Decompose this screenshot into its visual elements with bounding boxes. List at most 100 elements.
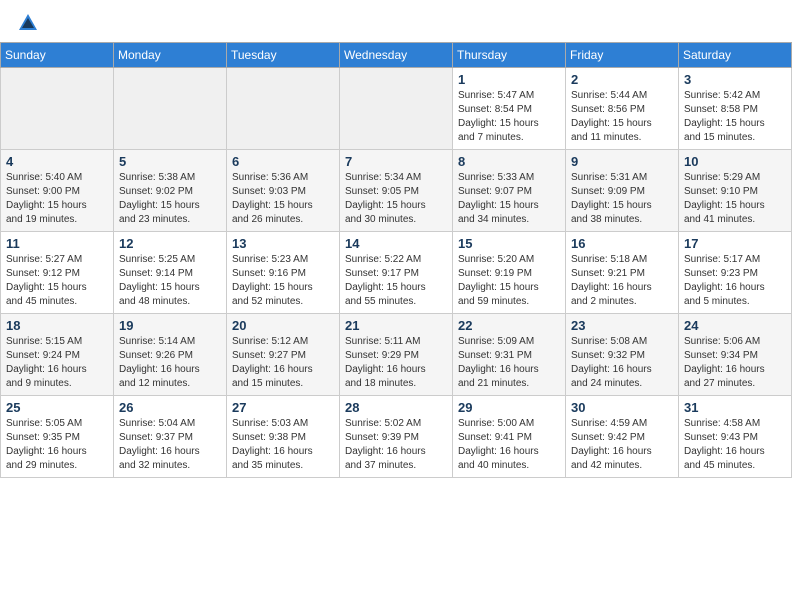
day-info: Sunrise: 4:59 AM Sunset: 9:42 PM Dayligh… (571, 417, 673, 473)
day-info: Sunrise: 5:31 AM Sunset: 9:09 PM Dayligh… (571, 171, 673, 227)
day-info: Sunrise: 5:14 AM Sunset: 9:26 PM Dayligh… (119, 335, 221, 391)
table-row: 27 Sunrise: 5:03 AM Sunset: 9:38 PM Dayli… (227, 396, 340, 478)
day-info: Sunrise: 5:12 AM Sunset: 9:27 PM Dayligh… (232, 335, 334, 391)
day-number: 28 (345, 400, 447, 415)
calendar-week-row: 18 Sunrise: 5:15 AM Sunset: 9:24 PM Dayli… (1, 314, 792, 396)
table-row: 10Sunrise: 5:29 AM Sunset: 9:10 PM Dayli… (679, 150, 792, 232)
table-row: 7Sunrise: 5:34 AM Sunset: 9:05 PM Daylig… (340, 150, 453, 232)
page-wrapper: Sunday Monday Tuesday Wednesday Thursday… (0, 0, 792, 478)
calendar-week-row: 4 Sunrise: 5:40 AM Sunset: 9:00 PM Daylig… (1, 150, 792, 232)
day-number: 1 (458, 72, 560, 87)
day-info: Sunrise: 5:44 AM Sunset: 8:56 PM Dayligh… (571, 89, 673, 145)
calendar-week-row: 1 Sunrise: 5:47 AM Sunset: 8:54 PM Daylig… (1, 68, 792, 150)
table-row: 11 Sunrise: 5:27 AM Sunset: 9:12 PM Dayli… (1, 232, 114, 314)
day-number: 15 (458, 236, 560, 251)
day-number: 20 (232, 318, 334, 333)
day-number: 29 (458, 400, 560, 415)
day-info: Sunrise: 5:18 AM Sunset: 9:21 PM Dayligh… (571, 253, 673, 309)
day-number: 30 (571, 400, 673, 415)
day-info: Sunrise: 5:40 AM Sunset: 9:00 PM Dayligh… (6, 171, 108, 227)
day-number: 5 (119, 154, 221, 169)
table-row: 26 Sunrise: 5:04 AM Sunset: 9:37 PM Dayli… (114, 396, 227, 478)
day-info: Sunrise: 5:11 AM Sunset: 9:29 PM Dayligh… (345, 335, 447, 391)
table-row: 9 Sunrise: 5:31 AM Sunset: 9:09 PM Daylig… (566, 150, 679, 232)
logo-icon (17, 12, 39, 34)
day-number: 12 (119, 236, 221, 251)
day-info: Sunrise: 5:05 AM Sunset: 9:35 PM Dayligh… (6, 417, 108, 473)
day-info: Sunrise: 5:27 AM Sunset: 9:12 PM Dayligh… (6, 253, 108, 309)
table-row: 14 Sunrise: 5:22 AM Sunset: 9:17 PM Dayli… (340, 232, 453, 314)
day-number: 11 (6, 236, 108, 251)
day-number: 4 (6, 154, 108, 169)
table-row (1, 68, 114, 150)
table-row: 24 Sunrise: 5:06 AM Sunset: 9:34 PM Dayli… (679, 314, 792, 396)
col-sunday: Sunday (1, 43, 114, 68)
col-wednesday: Wednesday (340, 43, 453, 68)
day-info: Sunrise: 5:22 AM Sunset: 9:17 PM Dayligh… (345, 253, 447, 309)
table-row (340, 68, 453, 150)
col-monday: Monday (114, 43, 227, 68)
day-number: 13 (232, 236, 334, 251)
col-friday: Friday (566, 43, 679, 68)
table-row: 18 Sunrise: 5:15 AM Sunset: 9:24 PM Dayli… (1, 314, 114, 396)
table-row: 13 Sunrise: 5:23 AM Sunset: 9:16 PM Dayli… (227, 232, 340, 314)
table-row: 29 Sunrise: 5:00 AM Sunset: 9:41 PM Dayli… (453, 396, 566, 478)
day-number: 18 (6, 318, 108, 333)
table-row (114, 68, 227, 150)
calendar-week-row: 11 Sunrise: 5:27 AM Sunset: 9:12 PM Dayli… (1, 232, 792, 314)
day-number: 8 (458, 154, 560, 169)
table-row: 12Sunrise: 5:25 AM Sunset: 9:14 PM Dayli… (114, 232, 227, 314)
day-number: 21 (345, 318, 447, 333)
day-info: Sunrise: 5:04 AM Sunset: 9:37 PM Dayligh… (119, 417, 221, 473)
day-info: Sunrise: 5:03 AM Sunset: 9:38 PM Dayligh… (232, 417, 334, 473)
calendar-week-row: 25Sunrise: 5:05 AM Sunset: 9:35 PM Dayli… (1, 396, 792, 478)
day-number: 26 (119, 400, 221, 415)
day-info: Sunrise: 5:17 AM Sunset: 9:23 PM Dayligh… (684, 253, 786, 309)
col-saturday: Saturday (679, 43, 792, 68)
day-number: 14 (345, 236, 447, 251)
table-row: 25Sunrise: 5:05 AM Sunset: 9:35 PM Dayli… (1, 396, 114, 478)
day-number: 22 (458, 318, 560, 333)
table-row: 6Sunrise: 5:36 AM Sunset: 9:03 PM Daylig… (227, 150, 340, 232)
table-row: 28 Sunrise: 5:02 AM Sunset: 9:39 PM Dayli… (340, 396, 453, 478)
col-thursday: Thursday (453, 43, 566, 68)
day-info: Sunrise: 5:29 AM Sunset: 9:10 PM Dayligh… (684, 171, 786, 227)
day-number: 16 (571, 236, 673, 251)
table-row: 2 Sunrise: 5:44 AM Sunset: 8:56 PM Daylig… (566, 68, 679, 150)
day-info: Sunrise: 5:33 AM Sunset: 9:07 PM Dayligh… (458, 171, 560, 227)
table-row: 1 Sunrise: 5:47 AM Sunset: 8:54 PM Daylig… (453, 68, 566, 150)
table-row: 20 Sunrise: 5:12 AM Sunset: 9:27 PM Dayli… (227, 314, 340, 396)
day-number: 2 (571, 72, 673, 87)
day-info: Sunrise: 5:20 AM Sunset: 9:19 PM Dayligh… (458, 253, 560, 309)
day-number: 27 (232, 400, 334, 415)
table-row (227, 68, 340, 150)
calendar-table: Sunday Monday Tuesday Wednesday Thursday… (0, 42, 792, 478)
day-info: Sunrise: 5:47 AM Sunset: 8:54 PM Dayligh… (458, 89, 560, 145)
day-info: Sunrise: 5:06 AM Sunset: 9:34 PM Dayligh… (684, 335, 786, 391)
day-number: 7 (345, 154, 447, 169)
day-number: 17 (684, 236, 786, 251)
table-row: 15 Sunrise: 5:20 AM Sunset: 9:19 PM Dayli… (453, 232, 566, 314)
table-row: 17 Sunrise: 5:17 AM Sunset: 9:23 PM Dayli… (679, 232, 792, 314)
table-row: 30 Sunrise: 4:59 AM Sunset: 9:42 PM Dayli… (566, 396, 679, 478)
day-info: Sunrise: 5:15 AM Sunset: 9:24 PM Dayligh… (6, 335, 108, 391)
day-number: 19 (119, 318, 221, 333)
day-info: Sunrise: 5:38 AM Sunset: 9:02 PM Dayligh… (119, 171, 221, 227)
day-info: Sunrise: 5:02 AM Sunset: 9:39 PM Dayligh… (345, 417, 447, 473)
logo (16, 12, 40, 34)
day-info: Sunrise: 5:00 AM Sunset: 9:41 PM Dayligh… (458, 417, 560, 473)
day-info: Sunrise: 5:36 AM Sunset: 9:03 PM Dayligh… (232, 171, 334, 227)
day-number: 24 (684, 318, 786, 333)
table-row: 21 Sunrise: 5:11 AM Sunset: 9:29 PM Dayli… (340, 314, 453, 396)
col-tuesday: Tuesday (227, 43, 340, 68)
table-row: 23Sunrise: 5:08 AM Sunset: 9:32 PM Dayli… (566, 314, 679, 396)
day-info: Sunrise: 5:08 AM Sunset: 9:32 PM Dayligh… (571, 335, 673, 391)
day-info: Sunrise: 5:23 AM Sunset: 9:16 PM Dayligh… (232, 253, 334, 309)
day-info: Sunrise: 4:58 AM Sunset: 9:43 PM Dayligh… (684, 417, 786, 473)
table-row: 8 Sunrise: 5:33 AM Sunset: 9:07 PM Daylig… (453, 150, 566, 232)
day-number: 9 (571, 154, 673, 169)
table-row: 4 Sunrise: 5:40 AM Sunset: 9:00 PM Daylig… (1, 150, 114, 232)
day-number: 31 (684, 400, 786, 415)
day-info: Sunrise: 5:42 AM Sunset: 8:58 PM Dayligh… (684, 89, 786, 145)
table-row: 31 Sunrise: 4:58 AM Sunset: 9:43 PM Dayli… (679, 396, 792, 478)
